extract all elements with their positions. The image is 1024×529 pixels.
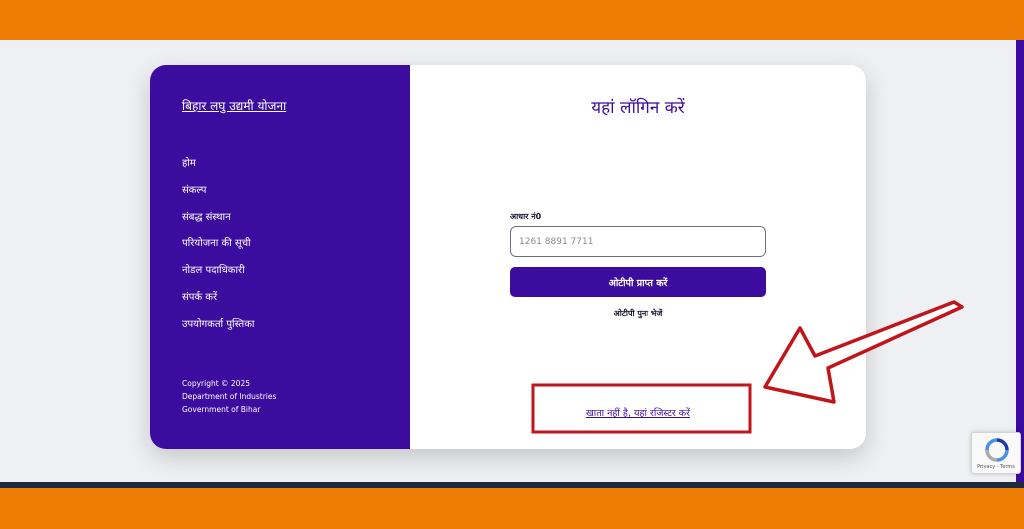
sidebar-footer: Copyright © 2025 Department of Industrie… <box>182 377 276 416</box>
login-panel: यहां लॉगिन करें आधार नं0 ओटीपी प्राप्त क… <box>410 65 866 449</box>
sidebar-item-user-manual[interactable]: उपयोगकर्ता पुस्तिका <box>182 318 254 345</box>
sidebar-item-home[interactable]: होम <box>182 157 254 184</box>
recaptcha-icon <box>985 438 1009 462</box>
sidebar: बिहार लघु उद्यमी योजना होम संकल्प संबद्ध… <box>150 65 410 449</box>
sidebar-item-project-list[interactable]: परियोजना की सूची <box>182 237 254 264</box>
brand-link[interactable]: बिहार लघु उद्यमी योजना <box>182 97 286 114</box>
get-otp-button[interactable]: ओटीपी प्राप्त करें <box>510 267 766 297</box>
login-card: बिहार लघु उद्यमी योजना होम संकल्प संबद्ध… <box>150 65 866 449</box>
sidebar-item-nodal-officer[interactable]: नोडल पदाधिकारी <box>182 264 254 291</box>
sidebar-item-resolution[interactable]: संकल्प <box>182 184 254 211</box>
recaptcha-terms[interactable]: Privacy - Terms <box>972 464 1020 470</box>
sidebar-nav: होम संकल्प संबद्ध संस्थान परियोजना की सू… <box>182 157 254 345</box>
browser-viewport: बिहार लघु उद्यमी योजना होम संकल्प संबद्ध… <box>0 40 1024 482</box>
taskbar <box>0 482 1024 488</box>
resend-otp-link[interactable]: ओटीपी पुनः भेजें <box>410 308 866 319</box>
recaptcha-badge[interactable]: Privacy - Terms <box>971 432 1021 474</box>
page-title: यहां लॉगिन करें <box>591 98 685 118</box>
copyright-text: Copyright © 2025 <box>182 379 251 388</box>
page-edge-strip <box>1016 40 1024 482</box>
government-text: Government of Bihar <box>182 405 261 414</box>
aadhaar-label: आधार नं0 <box>510 212 542 221</box>
register-link[interactable]: खाता नहीं है, यहां रजिस्टर करें <box>410 406 866 419</box>
aadhaar-input[interactable] <box>510 226 766 257</box>
sidebar-item-contact[interactable]: संपर्क करें <box>182 291 254 318</box>
sidebar-item-institutions[interactable]: संबद्ध संस्थान <box>182 211 254 238</box>
department-text: Department of Industries <box>182 392 277 401</box>
